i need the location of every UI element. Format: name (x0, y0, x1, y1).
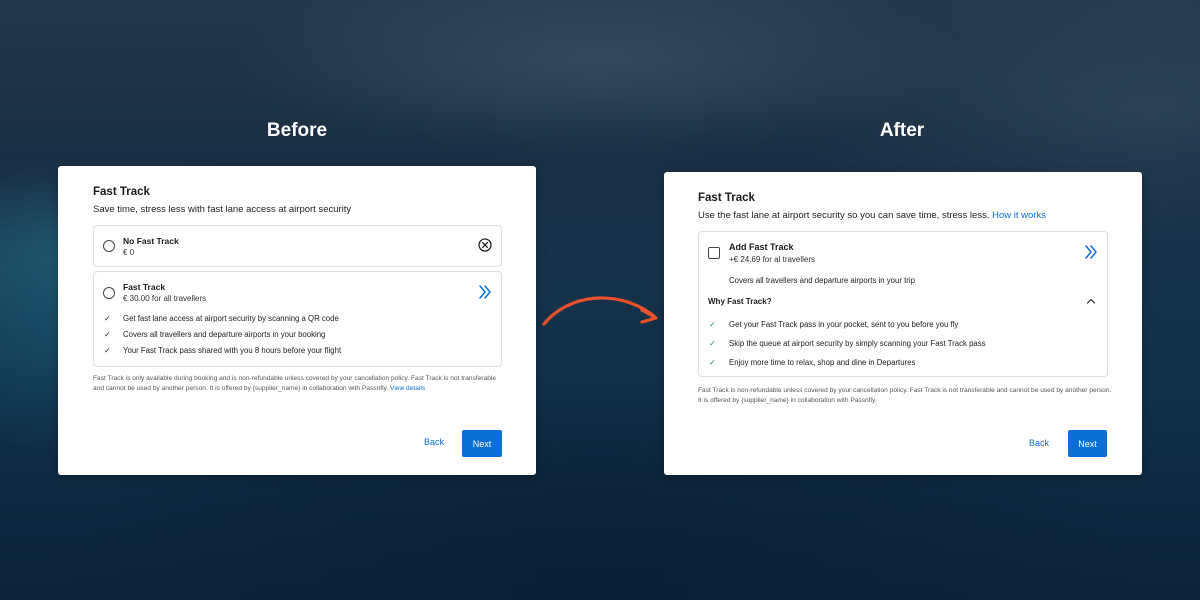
checkmark-icon: ✓ (104, 346, 111, 355)
after-card-subtitle: Use the fast lane at airport security so… (698, 210, 990, 221)
chevron-up-icon[interactable] (1086, 297, 1096, 305)
curved-arrow-icon (542, 296, 658, 326)
after-heading: After (879, 120, 925, 141)
after-fineprint: Fast Track is non-refundable unless cove… (698, 387, 1112, 404)
next-button[interactable]: Next (1068, 430, 1107, 457)
next-button[interactable]: Next (462, 430, 502, 457)
option-no-fast-track[interactable]: No Fast Track € 0 (93, 225, 502, 267)
benefit-item: Get your Fast Track pass in your pocket,… (729, 320, 959, 329)
after-card: Fast Track Use the fast lane at airport … (664, 172, 1142, 475)
option-price: +€ 24.69 for al travellers (729, 255, 816, 264)
before-card: Fast Track Save time, stress less with f… (58, 166, 536, 475)
benefit-item: Covers all travellers and departure airp… (123, 330, 326, 339)
view-details-link[interactable]: View details (390, 385, 425, 392)
benefit-item: Get fast lane access at airport security… (123, 314, 339, 323)
option-add-fast-track[interactable]: Add Fast Track +€ 24.69 for al traveller… (698, 231, 1108, 377)
option-price: € 0 (123, 248, 135, 257)
checkmark-icon: ✓ (709, 320, 716, 329)
how-it-works-link[interactable]: How it works (992, 210, 1046, 221)
option-name: Fast Track (123, 282, 166, 292)
after-card-subtitle-line: Use the fast lane at airport security so… (698, 210, 1046, 221)
option-name: Add Fast Track (729, 242, 794, 252)
double-chevron-right-icon[interactable] (478, 284, 492, 300)
option-fast-track[interactable]: Fast Track € 30.00 for all travellers ✓ … (93, 271, 502, 367)
close-circle-icon[interactable] (478, 238, 492, 252)
benefit-item: Enjoy more time to relax, shop and dine … (729, 358, 916, 367)
checkmark-icon: ✓ (709, 339, 716, 348)
add-fast-track-checkbox[interactable] (708, 247, 720, 259)
option-name: No Fast Track (123, 236, 179, 246)
back-button[interactable]: Back (1029, 438, 1049, 448)
before-heading: Before (266, 120, 328, 141)
benefit-item: Skip the queue at airport security by si… (729, 339, 986, 348)
double-chevron-right-icon[interactable] (1084, 244, 1098, 260)
after-card-title: Fast Track (698, 192, 755, 204)
before-fineprint: Fast Track is only available during book… (93, 374, 505, 394)
option-price: € 30.00 for all travellers (123, 294, 207, 303)
radio-fast-track[interactable] (103, 287, 115, 299)
checkmark-icon: ✓ (104, 314, 111, 323)
back-button[interactable]: Back (424, 437, 444, 447)
checkmark-icon: ✓ (104, 330, 111, 339)
checkmark-icon: ✓ (709, 358, 716, 367)
benefit-item: Your Fast Track pass shared with you 8 h… (123, 346, 342, 355)
before-card-title: Fast Track (93, 186, 150, 198)
before-card-subtitle: Save time, stress less with fast lane ac… (93, 204, 352, 215)
why-fast-track-toggle[interactable]: Why Fast Track? (708, 297, 772, 306)
fineprint-text: Fast Track is only available during book… (93, 375, 497, 392)
radio-no-fast-track[interactable] (103, 240, 115, 252)
coverage-text: Covers all travellers and departure airp… (729, 276, 915, 285)
